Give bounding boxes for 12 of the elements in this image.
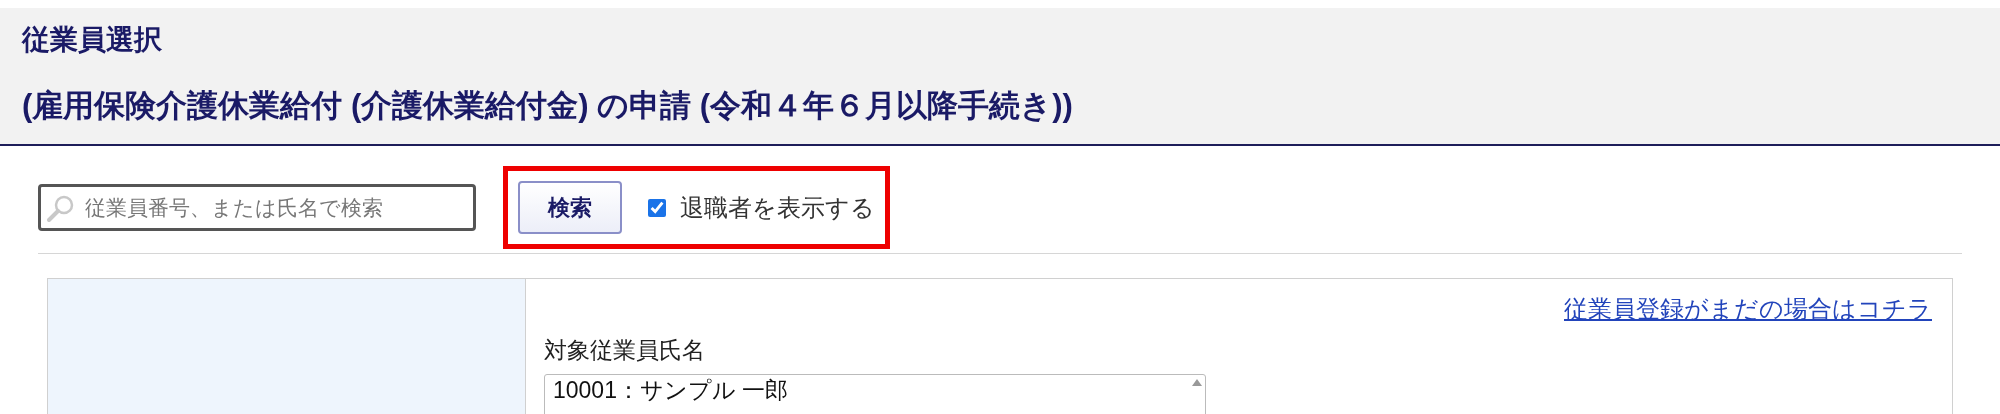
checkbox-label[interactable]: 退職者を表示する (680, 189, 875, 226)
search-icon (46, 193, 76, 223)
search-field[interactable]: 従業員番号、または氏名で検索 (38, 184, 476, 231)
scroll-up-icon[interactable] (1192, 378, 1202, 386)
field-label: 対象従業員氏名 (544, 336, 705, 365)
checkbox[interactable] (648, 198, 666, 217)
page-title: 従業員選択 (22, 23, 162, 57)
register-link[interactable]: 従業員登録がまだの場合はコチラ (1564, 291, 1932, 327)
listbox-option[interactable]: 10001：サンプル 一郎 (553, 374, 789, 405)
page-subtitle: (雇用保険介護休業給付 (介護休業給付金) の申請 (令和４年６月以降手続き)) (22, 87, 1073, 125)
employee-listbox[interactable]: 10001：サンプル 一郎 (544, 373, 1206, 414)
search-button[interactable]: 検索 (518, 181, 622, 234)
